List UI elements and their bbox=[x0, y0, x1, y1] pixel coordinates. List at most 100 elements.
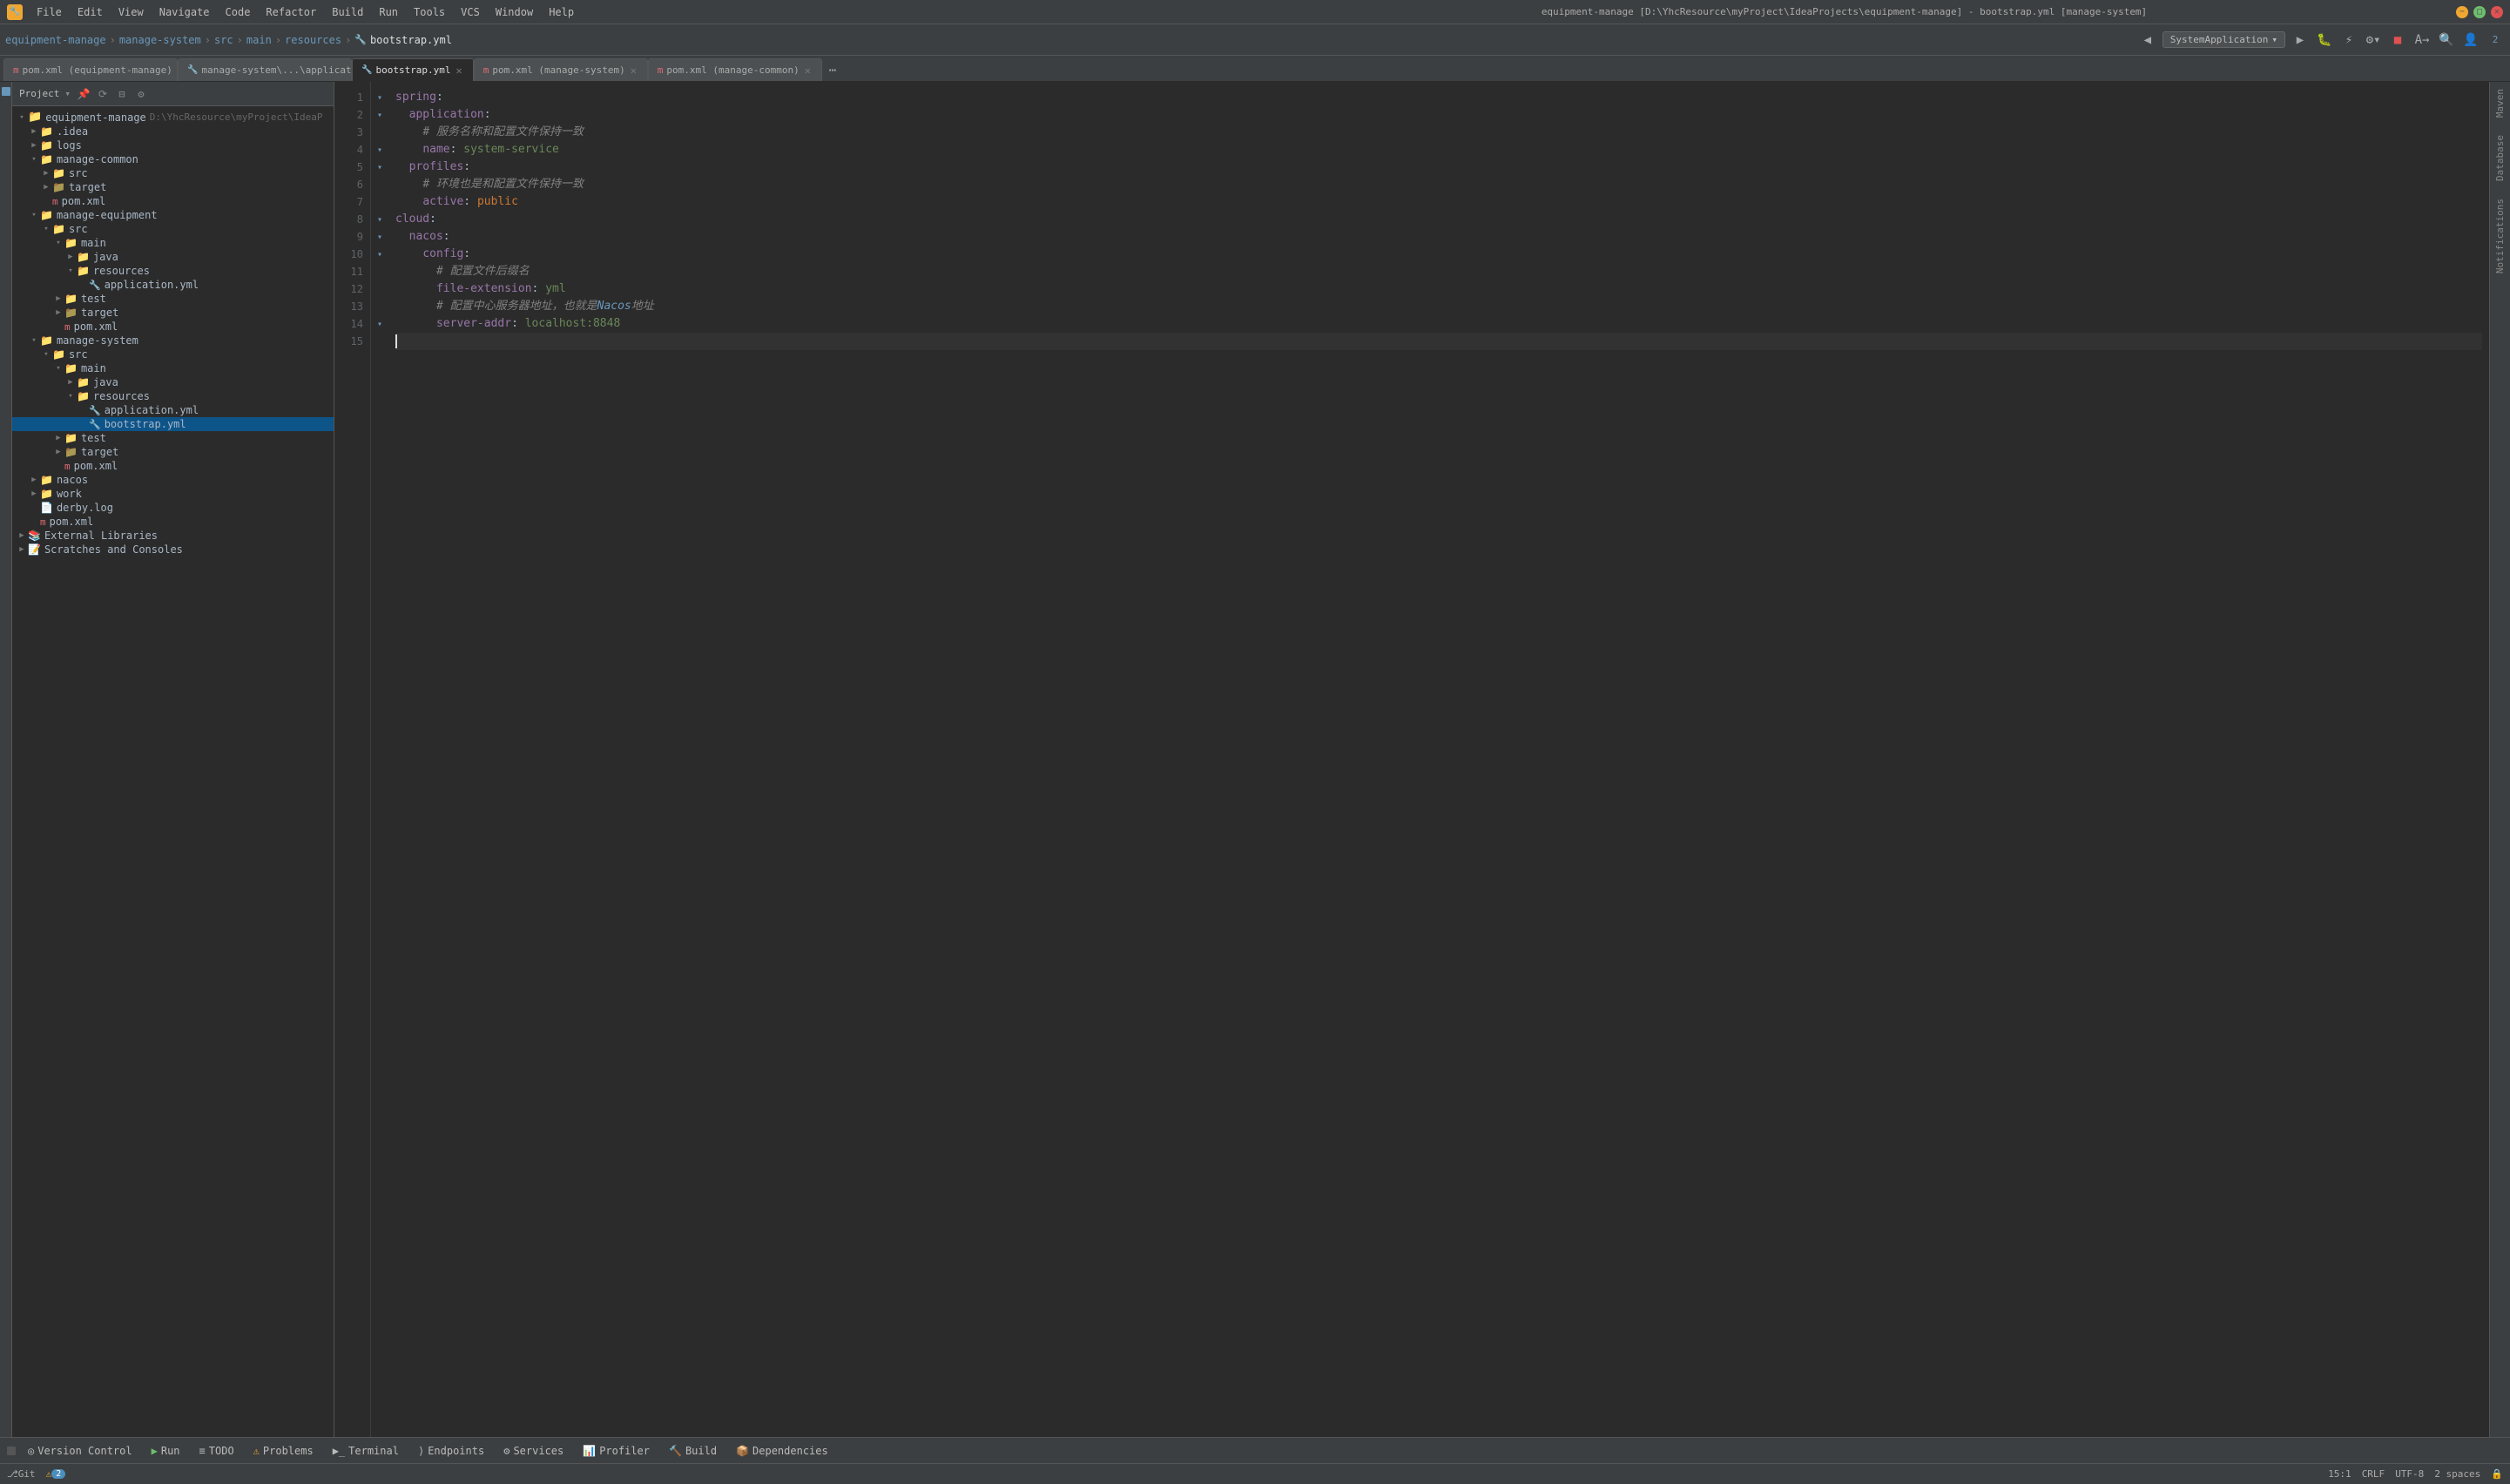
menu-window[interactable]: Window bbox=[489, 4, 540, 20]
sync-icon[interactable]: ⟳ bbox=[95, 86, 111, 102]
fold-marker-2[interactable]: ▾ bbox=[371, 106, 388, 124]
breadcrumb-equipment-manage[interactable]: equipment-manage bbox=[5, 34, 106, 46]
tree-item-main-system[interactable]: ▾ 📁 main bbox=[12, 361, 334, 375]
system-application-btn[interactable]: SystemApplication ▾ bbox=[2163, 31, 2285, 48]
tab-pom-equipment[interactable]: m pom.xml (equipment-manage) ✕ bbox=[3, 58, 178, 81]
search-icon[interactable]: 🔍 bbox=[2437, 30, 2456, 50]
indent-status[interactable]: 2 spaces bbox=[2434, 1468, 2480, 1480]
problems-btn[interactable]: ⚠ Problems bbox=[245, 1442, 322, 1460]
tab-bootstrap-close[interactable]: ✕ bbox=[455, 64, 464, 77]
tree-item-src-system[interactable]: ▾ 📁 src bbox=[12, 347, 334, 361]
fold-marker-8[interactable]: ▾ bbox=[371, 211, 388, 228]
tree-item-manage-common[interactable]: ▾ 📁 manage-common bbox=[12, 152, 334, 166]
fold-marker-14[interactable]: ▾ bbox=[371, 315, 388, 333]
git-icon[interactable]: 2 bbox=[2486, 30, 2505, 50]
menu-code[interactable]: Code bbox=[219, 4, 258, 20]
tree-item-derby-log[interactable]: ▶ 📄 derby.log bbox=[12, 501, 334, 515]
tree-item-main-equipment[interactable]: ▾ 📁 main bbox=[12, 236, 334, 250]
minimize-button[interactable]: − bbox=[2456, 6, 2468, 18]
tree-item-manage-equipment[interactable]: ▾ 📁 manage-equipment bbox=[12, 208, 334, 222]
breadcrumb-src[interactable]: src bbox=[214, 34, 233, 46]
maven-panel-tab[interactable]: Maven bbox=[2494, 89, 2506, 118]
pin-tab-icon[interactable]: 📌 bbox=[76, 86, 91, 102]
endpoints-btn[interactable]: ⟩ Endpoints bbox=[409, 1442, 493, 1460]
tab-bootstrap[interactable]: 🔧 bootstrap.yml ✕ bbox=[352, 58, 474, 81]
fold-marker-5[interactable]: ▾ bbox=[371, 159, 388, 176]
tree-item-src-common[interactable]: ▶ 📁 src bbox=[12, 166, 334, 180]
services-btn[interactable]: ⚙ Services bbox=[495, 1442, 572, 1460]
notifications-panel-tab[interactable]: Notifications bbox=[2494, 199, 2506, 273]
settings-icon[interactable]: ⚙ bbox=[133, 86, 149, 102]
readonly-status[interactable]: 🔒 bbox=[2491, 1468, 2503, 1480]
tab-pom-common-close[interactable]: ✕ bbox=[803, 64, 813, 77]
tree-item-app-system[interactable]: ▶ 🔧 application.yml bbox=[12, 403, 334, 417]
terminal-btn[interactable]: ▶_ Terminal bbox=[324, 1442, 408, 1460]
code-content[interactable]: spring: application: # 服务名称和配置文件保持一致 nam… bbox=[388, 82, 2489, 1437]
tree-item-scratches[interactable]: ▶ 📝 Scratches and Consoles bbox=[12, 543, 334, 556]
debug-icon[interactable]: 🐛 bbox=[2315, 30, 2334, 50]
tree-item-test-equipment[interactable]: ▶ 📁 test bbox=[12, 292, 334, 306]
tree-item-target-system[interactable]: ▶ 📁 target bbox=[12, 445, 334, 459]
todo-btn[interactable]: ≡ TODO bbox=[191, 1442, 243, 1460]
coverage-icon[interactable]: ⚡ bbox=[2339, 30, 2358, 50]
database-panel-tab[interactable]: Database bbox=[2494, 135, 2506, 181]
git-status[interactable]: ⎇ Git bbox=[7, 1468, 36, 1480]
menu-edit[interactable]: Edit bbox=[71, 4, 110, 20]
tree-item-ext-libs[interactable]: ▶ 📚 External Libraries bbox=[12, 529, 334, 543]
stop-icon[interactable]: ■ bbox=[2388, 30, 2407, 50]
line-ending-status[interactable]: CRLF bbox=[2362, 1468, 2385, 1480]
tree-item-bootstrap[interactable]: ▶ 🔧 bootstrap.yml bbox=[12, 417, 334, 431]
menu-vcs[interactable]: VCS bbox=[454, 4, 487, 20]
tab-more-btn[interactable]: ⋯ bbox=[824, 60, 841, 81]
fold-marker-4[interactable]: ▾ bbox=[371, 141, 388, 159]
back-icon[interactable]: ◀ bbox=[2138, 30, 2157, 50]
tree-item-logs[interactable]: ▶ 📁 logs bbox=[12, 138, 334, 152]
close-button[interactable]: ✕ bbox=[2491, 6, 2503, 18]
project-icon[interactable] bbox=[2, 87, 10, 96]
tree-item-manage-system[interactable]: ▾ 📁 manage-system bbox=[12, 334, 334, 347]
tree-item-pom-equipment[interactable]: ▶ m pom.xml bbox=[12, 320, 334, 334]
menu-help[interactable]: Help bbox=[542, 4, 581, 20]
menu-run[interactable]: Run bbox=[372, 4, 405, 20]
tree-item-test-system[interactable]: ▶ 📁 test bbox=[12, 431, 334, 445]
tab-pom-common[interactable]: m pom.xml (manage-common) ✕ bbox=[648, 58, 822, 81]
menu-tools[interactable]: Tools bbox=[407, 4, 452, 20]
bookmarks-icon-small[interactable] bbox=[7, 1447, 16, 1455]
dependencies-btn[interactable]: 📦 Dependencies bbox=[727, 1442, 837, 1460]
profiler-btn[interactable]: 📊 Profiler bbox=[574, 1442, 658, 1460]
version-control-btn[interactable]: ◎ Version Control bbox=[19, 1442, 141, 1460]
menu-file[interactable]: File bbox=[30, 4, 69, 20]
tree-item-pom-system[interactable]: ▶ m pom.xml bbox=[12, 459, 334, 473]
tree-item-pom-root[interactable]: ▶ m pom.xml bbox=[12, 515, 334, 529]
menu-view[interactable]: View bbox=[111, 4, 151, 20]
fold-marker-9[interactable]: ▾ bbox=[371, 228, 388, 246]
tree-item-src-equipment[interactable]: ▾ 📁 src bbox=[12, 222, 334, 236]
menu-build[interactable]: Build bbox=[325, 4, 370, 20]
maximize-button[interactable]: □ bbox=[2473, 6, 2486, 18]
build-btn[interactable]: 🔨 Build bbox=[660, 1442, 725, 1460]
tree-item-pom-common[interactable]: ▶ m pom.xml bbox=[12, 194, 334, 208]
tree-item-target-common[interactable]: ▶ 📁 target bbox=[12, 180, 334, 194]
panel-dropdown-icon[interactable]: ▾ bbox=[64, 88, 71, 99]
collapse-icon[interactable]: ⊟ bbox=[114, 86, 130, 102]
language-icon[interactable]: A→ bbox=[2412, 30, 2432, 50]
tree-item-equipment-manage[interactable]: ▾ 📁 equipment-manage D:\YhcResource\myPr… bbox=[12, 110, 334, 125]
tab-application[interactable]: 🔧 manage-system\...\application.yml ✕ bbox=[178, 58, 352, 81]
run-icon[interactable]: ▶ bbox=[2291, 30, 2310, 50]
tree-item-java-equipment[interactable]: ▶ 📁 java bbox=[12, 250, 334, 264]
tree-item-target-equipment[interactable]: ▶ 📁 target bbox=[12, 306, 334, 320]
fold-marker-1[interactable]: ▾ bbox=[371, 89, 388, 106]
tree-item-app-equipment[interactable]: ▶ 🔧 application.yml bbox=[12, 278, 334, 292]
settings-dropdown-icon[interactable]: ⚙▾ bbox=[2364, 30, 2383, 50]
tab-pom-system[interactable]: m pom.xml (manage-system) ✕ bbox=[474, 58, 648, 81]
menu-refactor[interactable]: Refactor bbox=[259, 4, 323, 20]
warnings-status[interactable]: ⚠ 2 bbox=[46, 1468, 66, 1480]
tab-pom-system-close[interactable]: ✕ bbox=[629, 64, 638, 77]
breadcrumb-resources[interactable]: resources bbox=[285, 34, 341, 46]
code-editor[interactable]: 1 2 3 4 5 6 7 8 9 10 11 12 13 14 15 bbox=[334, 82, 2489, 1437]
tree-item-nacos[interactable]: ▶ 📁 nacos bbox=[12, 473, 334, 487]
breadcrumb-main[interactable]: main bbox=[246, 34, 272, 46]
tree-item-work[interactable]: ▶ 📁 work bbox=[12, 487, 334, 501]
tree-item-resources-equipment[interactable]: ▾ 📁 resources bbox=[12, 264, 334, 278]
menu-navigate[interactable]: Navigate bbox=[152, 4, 217, 20]
